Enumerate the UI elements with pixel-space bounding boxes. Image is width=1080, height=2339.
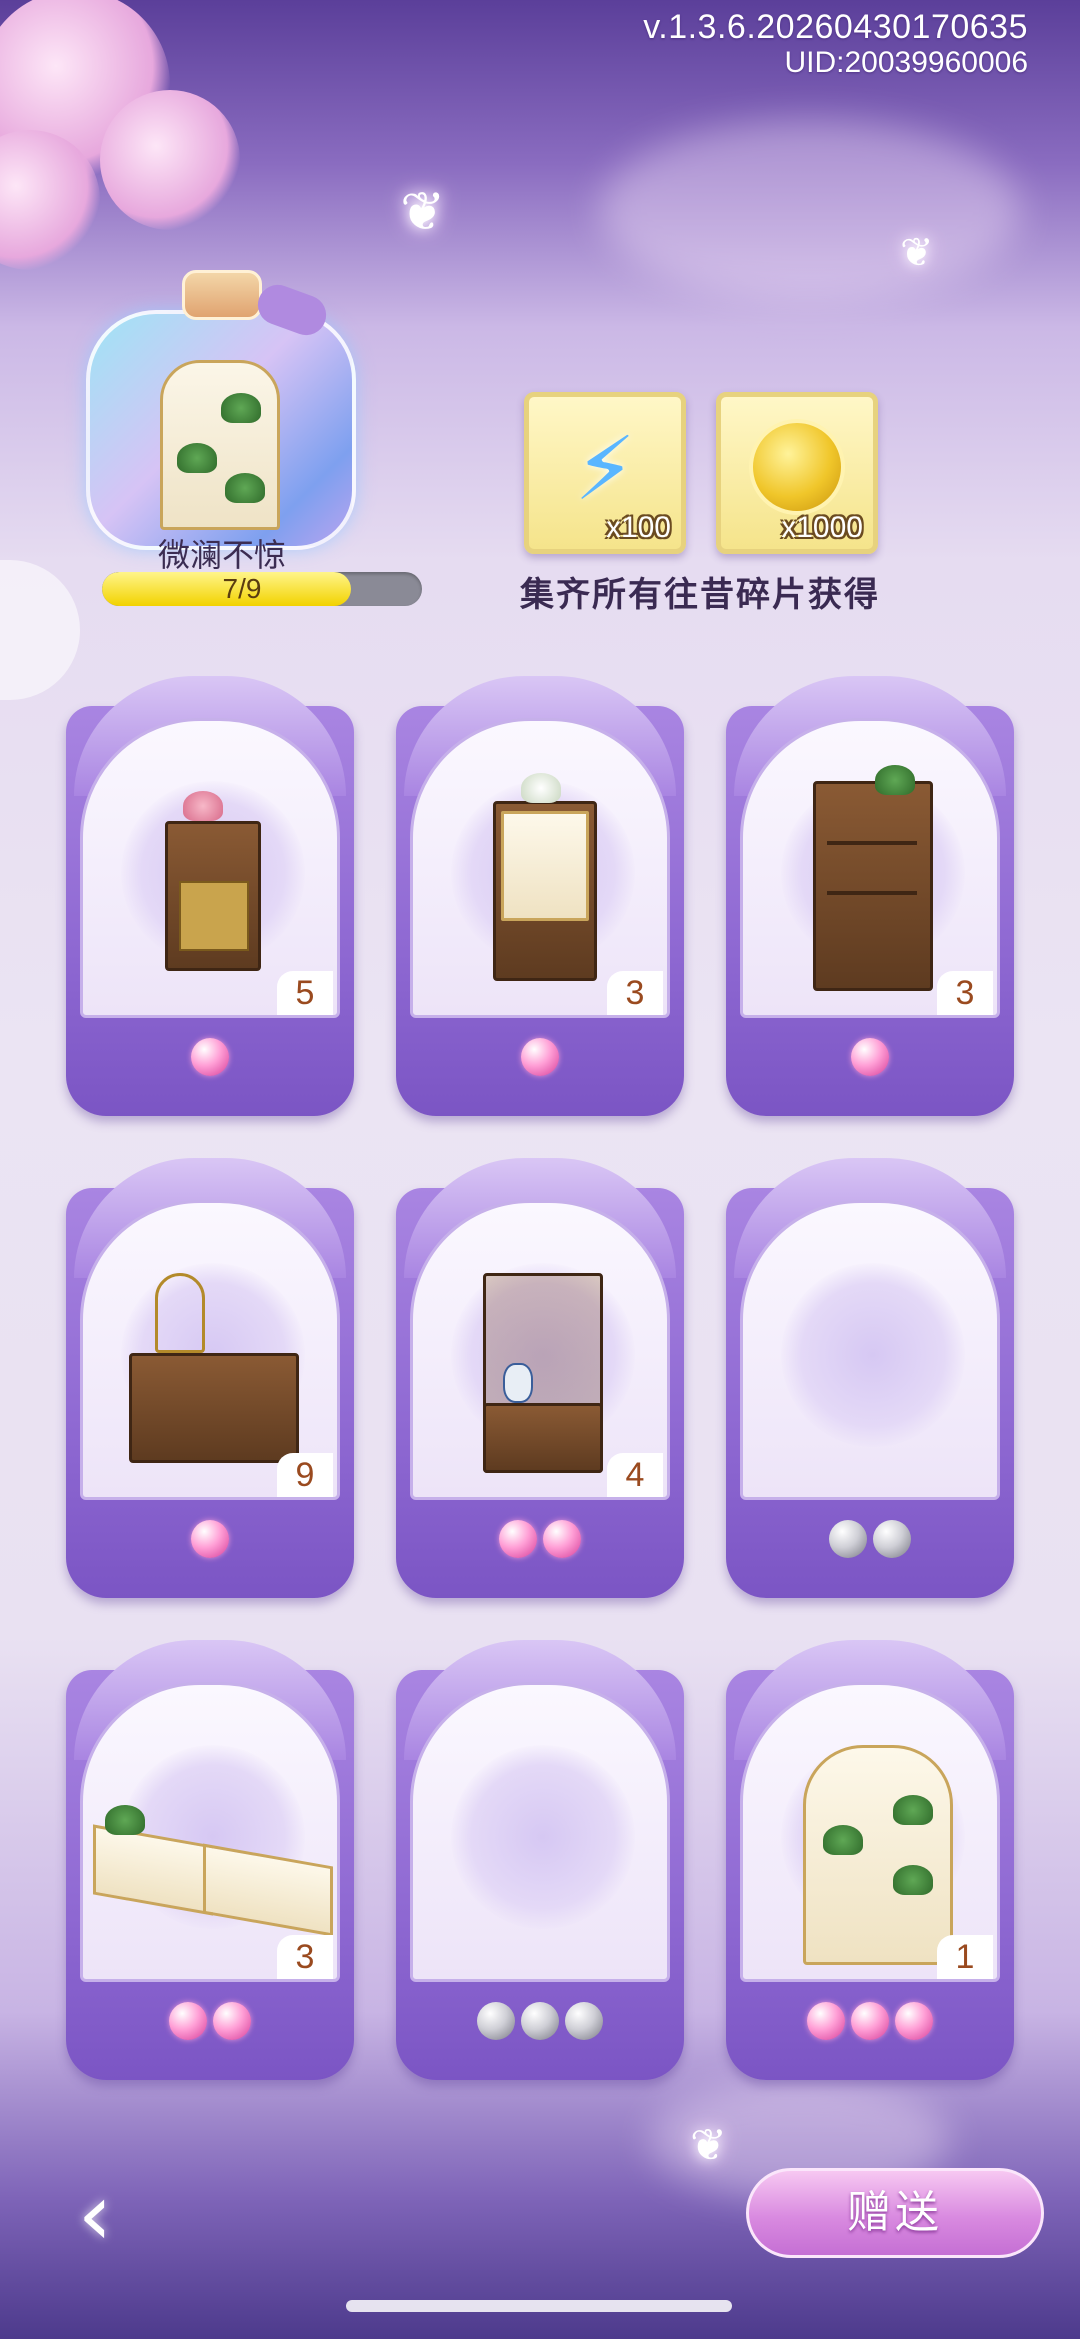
card-count: 3 [277, 1935, 333, 1979]
version-text: v.1.3.6.20260430170635 [643, 8, 1028, 46]
pink-pearl-icon [499, 1520, 537, 1558]
card-count: 1 [937, 1935, 993, 1979]
pink-pearl-icon [851, 1038, 889, 1076]
rarity-orbs [66, 1038, 354, 1080]
pink-pearl-icon [851, 2002, 889, 2040]
pink-pearl-icon [213, 2002, 251, 2040]
potted-plant-icon [221, 393, 261, 423]
flower-watermark-icon [451, 1745, 635, 1929]
reward-count: x1000 [781, 511, 863, 544]
potted-plant-icon [177, 443, 217, 473]
gray-pearl-icon [873, 1520, 911, 1558]
rarity-orbs [66, 1520, 354, 1562]
gray-pearl-icon [521, 2002, 559, 2040]
fragment-card[interactable] [726, 1158, 1014, 1608]
card-picture: 3 [410, 718, 670, 1018]
card-picture: 1 [740, 1682, 1000, 1982]
butterfly-icon: ❦ [900, 230, 934, 276]
pink-pearl-icon [521, 1038, 559, 1076]
rarity-orbs [726, 1038, 1014, 1080]
fragment-card[interactable]: 5 [66, 676, 354, 1126]
card-count: 9 [277, 1453, 333, 1497]
background-glow [600, 120, 1020, 300]
butterfly-icon: ❦ [690, 2120, 727, 2171]
reward-caption: 集齐所有往昔碎片获得 [520, 575, 880, 615]
gray-pearl-icon [477, 2002, 515, 2040]
rarity-orbs [66, 2002, 354, 2044]
gray-pearl-icon [829, 1520, 867, 1558]
card-count: 4 [607, 1453, 663, 1497]
rarity-orbs [396, 2002, 684, 2044]
card-picture [410, 1682, 670, 1982]
pink-pearl-icon [895, 2002, 933, 2040]
reward-energy[interactable]: ⚡ x100 [524, 392, 686, 554]
card-count: 5 [277, 971, 333, 1015]
rarity-orbs [726, 1520, 1014, 1562]
card-picture: 3 [80, 1682, 340, 1982]
card-picture [740, 1200, 1000, 1500]
version-info: v.1.3.6.20260430170635 UID:20039960006 [643, 8, 1028, 80]
card-picture: 5 [80, 718, 340, 1018]
rarity-orbs [726, 2002, 1014, 2044]
back-button[interactable]: ‹ [50, 2170, 140, 2260]
fragment-card[interactable]: 4 [396, 1158, 684, 1608]
potted-plant-icon [225, 473, 265, 503]
card-count: 3 [607, 971, 663, 1015]
fragment-card[interactable]: 3 [396, 676, 684, 1126]
fragment-card[interactable] [396, 1640, 684, 2090]
butterfly-icon: ❦ [400, 180, 446, 243]
card-picture: 9 [80, 1200, 340, 1500]
uid-text: UID:20039960006 [784, 46, 1028, 79]
bottle-cork-icon [182, 270, 262, 320]
white-shelf-icon [160, 360, 280, 530]
collection-name: 微澜不惊 [157, 536, 286, 574]
cherry-blossom-decoration [100, 90, 240, 230]
card-count: 3 [937, 971, 993, 1015]
collection-progress-text: 7/9 [222, 573, 262, 604]
pink-pearl-icon [543, 1520, 581, 1558]
rarity-orbs [396, 1038, 684, 1080]
pink-pearl-icon [191, 1038, 229, 1076]
lightning-bolt-icon: ⚡ [574, 417, 636, 520]
pink-pearl-icon [191, 1520, 229, 1558]
collection-progress-bar: 7/9 [102, 572, 422, 606]
home-indicator [346, 2300, 732, 2312]
card-picture: 4 [410, 1200, 670, 1500]
fragment-card[interactable]: 3 [66, 1640, 354, 2090]
card-picture: 3 [740, 718, 1000, 1018]
flower-watermark-icon [781, 1263, 965, 1447]
reward-count: x100 [605, 511, 671, 544]
fragment-card[interactable]: 3 [726, 676, 1014, 1126]
reward-coin[interactable]: x1000 [716, 392, 878, 554]
fragment-card[interactable]: 1 [726, 1640, 1014, 2090]
pink-pearl-icon [169, 2002, 207, 2040]
collection-bottle[interactable]: 微澜不惊 [72, 250, 372, 610]
rarity-orbs [396, 1520, 684, 1562]
gray-pearl-icon [565, 2002, 603, 2040]
pink-pearl-icon [807, 2002, 845, 2040]
fragment-card[interactable]: 9 [66, 1158, 354, 1608]
gift-button[interactable]: 赠送 [746, 2168, 1044, 2258]
